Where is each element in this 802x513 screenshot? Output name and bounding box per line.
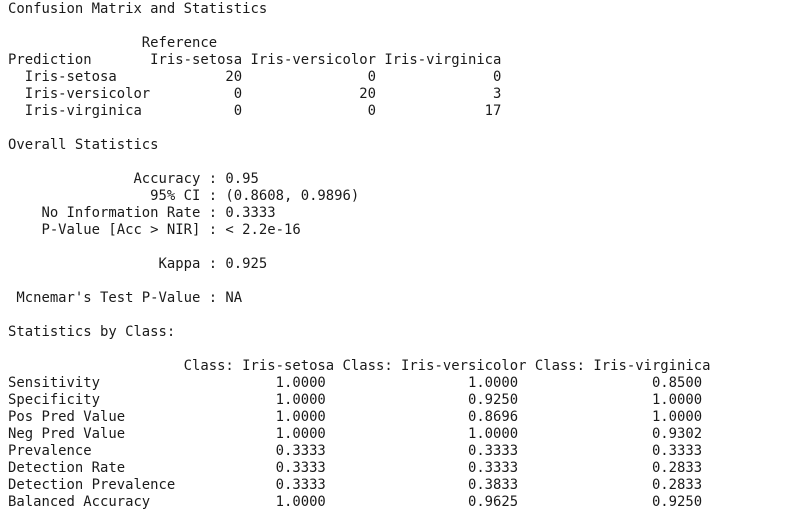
accuracy-line: Accuracy : 0.95 xyxy=(8,171,259,187)
no-information-rate-line: No Information Rate : 0.3333 xyxy=(8,205,276,221)
mcnemar-test-line: Mcnemar's Test P-Value : NA xyxy=(8,290,243,306)
confusion-matrix-row: Iris-setosa 20 0 0 xyxy=(8,69,502,85)
kappa-line: Kappa : 0.925 xyxy=(8,256,268,272)
class-statistics-row: Sensitivity 1.0000 1.0000 0.8500 xyxy=(8,375,703,391)
confusion-matrix-reference-label: Reference xyxy=(8,35,218,51)
p-value-line: P-Value [Acc > NIR] : < 2.2e-16 xyxy=(8,222,301,238)
confidence-interval-line: 95% CI : (0.8608, 0.9896) xyxy=(8,188,360,204)
confusion-matrix-row: Iris-versicolor 0 20 3 xyxy=(8,86,502,102)
console-output: Confusion Matrix and Statistics Referenc… xyxy=(8,1,710,511)
output-title: Confusion Matrix and Statistics xyxy=(8,1,268,17)
class-statistics-row: Detection Prevalence 0.3333 0.3833 0.283… xyxy=(8,477,703,493)
class-statistics-row: Prevalence 0.3333 0.3333 0.3333 xyxy=(8,443,703,459)
confusion-matrix-row: Iris-virginica 0 0 17 xyxy=(8,103,502,119)
class-statistics-row: Pos Pred Value 1.0000 0.8696 1.0000 xyxy=(8,409,703,425)
class-statistics-header: Class: Iris-setosa Class: Iris-versicolo… xyxy=(8,358,711,374)
overall-statistics-heading: Overall Statistics xyxy=(8,137,159,153)
class-statistics-row: Neg Pred Value 1.0000 1.0000 0.9302 xyxy=(8,426,703,442)
class-statistics-row: Specificity 1.0000 0.9250 1.0000 xyxy=(8,392,703,408)
statistics-by-class-heading: Statistics by Class: xyxy=(8,324,176,340)
confusion-matrix-header: Prediction Iris-setosa Iris-versicolor I… xyxy=(8,52,502,68)
class-statistics-row: Detection Rate 0.3333 0.3333 0.2833 xyxy=(8,460,703,476)
class-statistics-row: Balanced Accuracy 1.0000 0.9625 0.9250 xyxy=(8,494,703,510)
